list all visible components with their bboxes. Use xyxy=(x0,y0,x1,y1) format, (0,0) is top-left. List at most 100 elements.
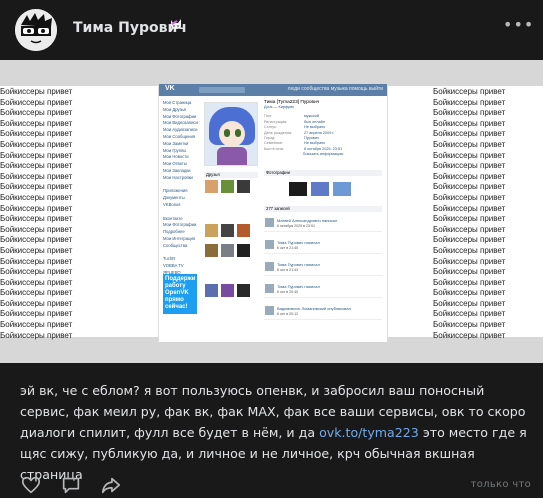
repeat-left-line: Бойкиссеры привет xyxy=(0,224,73,234)
wall-post-avatar xyxy=(265,306,274,315)
repeat-left-line: Бойкиссеры привет xyxy=(0,139,73,149)
photos-block-title: Фотографии xyxy=(264,170,382,176)
repeat-left-line: Бойкиссеры привет xyxy=(0,277,73,287)
repeat-left-line: Бойкиссеры привет xyxy=(0,214,73,224)
profile-status: Дочь — Кирфрик xyxy=(264,105,294,109)
vk-menu-item: Мои Заметки xyxy=(163,140,189,146)
repeat-left-line: Бойкиссеры привет xyxy=(0,256,73,266)
repeat-left-line: Бойкиссеры привет xyxy=(0,245,73,255)
vk-ad-banner: Поддержи работу OpenVK прямо сейчас! xyxy=(163,274,197,314)
vk-nav-links: люди сообщества музыка помощь выйти xyxy=(287,86,383,92)
repeat-right-line: Бойкиссеры привет xyxy=(433,235,506,245)
vk-menu-item: Мои Ответы xyxy=(163,161,187,167)
wall-post-time: 6 окт в 21:45 xyxy=(277,246,299,250)
post-time-label: только что xyxy=(470,479,531,490)
repeat-left-line: Бойкиссеры привет xyxy=(0,235,73,245)
wall-post-avatar xyxy=(265,218,274,227)
repeat-right-line: Бойкиссеры привет xyxy=(433,108,506,118)
embedded-vk-screenshot: VK люди сообщества музыка помощь выйти М… xyxy=(158,84,388,342)
repeat-right-line: Бойкиссеры привет xyxy=(433,245,506,255)
repeat-right-line: Бойкиссеры привет xyxy=(433,298,506,308)
repeat-right-line: Бойкиссеры привет xyxy=(433,214,506,224)
wall-post-time: 6 окт в 20:12 xyxy=(277,312,299,316)
like-heart-icon[interactable] xyxy=(20,474,42,496)
post-photo[interactable]: Бойкиссеры привет Бойкиссеры привет Бойкис… xyxy=(0,60,543,363)
avatar-glasses-icon xyxy=(15,9,57,51)
vk-menu-item: Приложения xyxy=(163,188,188,194)
repeat-right-line: Бойкиссеры привет xyxy=(433,97,506,107)
wall-post: Тима Пурович написал 6 окт в 21:45 xyxy=(264,238,382,254)
repeat-left-line: Бойкиссеры привет xyxy=(0,298,73,308)
post-link[interactable]: ovk.to/tyma223 xyxy=(319,425,419,440)
repeat-left-line: Бойкиссеры привет xyxy=(0,108,73,118)
repeat-left-line: Бойкиссеры привет xyxy=(0,87,73,96)
photo-top-strip xyxy=(0,60,543,86)
vk-menu-item: Вконтакте xyxy=(163,215,183,221)
repeat-left-line: Бойкиссеры привет xyxy=(0,288,73,298)
wall-post-avatar xyxy=(265,240,274,249)
wall-post-avatar xyxy=(265,284,274,293)
repeat-left-line: Бойкиссеры привет xyxy=(0,320,73,330)
vk-menu-item xyxy=(163,209,199,216)
profile-picture xyxy=(204,102,258,166)
vk-menu-item: Сообщества xyxy=(163,242,188,248)
repeat-left-line: Бойкиссеры привет xyxy=(0,97,73,107)
comment-icon[interactable] xyxy=(60,474,82,496)
vk-menu-item: Мои Фотографии xyxy=(163,222,197,228)
repeat-right-line: Бойкиссеры привет xyxy=(433,192,506,202)
wall-post-time: 6 октября 2025 в 23:51 xyxy=(277,224,316,228)
repeat-left-line: Бойкиссеры привет xyxy=(0,309,73,319)
vk-search-box xyxy=(199,87,245,93)
repeat-left-line: Бойкиссеры привет xyxy=(0,129,73,139)
repeated-text-left: Бойкиссеры привет Бойкиссеры привет Бойкис… xyxy=(0,87,72,341)
vk-menu-item: Документы xyxy=(163,195,185,201)
vk-menu-item: Мои Аудиозаписи xyxy=(163,127,198,133)
repeat-left-line: Бойкиссеры привет xyxy=(0,267,73,277)
repeat-right-line: Бойкиссеры привет xyxy=(433,203,506,213)
wall-post-author: Тима Пурович написал xyxy=(277,240,320,245)
wall-post-author: Вадимовичъ Ломановский опубликовал xyxy=(277,306,351,311)
wall-post-avatar xyxy=(265,262,274,271)
repeat-left-line: Бойкиссеры привет xyxy=(0,192,73,202)
wall-post: Тима Пурович написал 6 окт в 20:40 xyxy=(264,282,382,298)
wall-block-title: 277 записей xyxy=(264,206,382,212)
wall-post-time: 6 окт в 20:40 xyxy=(277,290,299,294)
author-avatar[interactable] xyxy=(15,9,57,51)
vk-menu-item: Мои Сообщения xyxy=(163,133,196,139)
vk-menu-item: Мои Друзья xyxy=(163,106,186,112)
repeat-right-line: Бойкиссеры привет xyxy=(433,150,506,160)
vk-topbar: VK люди сообщества музыка помощь выйти xyxy=(159,84,387,96)
vk-menu-item: VOBBA TV xyxy=(163,263,184,269)
repeated-text-right: Бойкиссеры привет Бойкиссеры привет Бойкис… xyxy=(433,87,505,341)
wall-post-author: Тима Пурович написал xyxy=(277,262,320,267)
repeat-right-line: Бойкиссеры привет xyxy=(433,161,506,171)
vk-left-menu: Моя Страница Мои Друзья Мои Фотографии Мои … xyxy=(163,100,199,284)
friends-block-title: Друзья xyxy=(204,172,258,178)
repeat-left-line: Бойкиссеры привет xyxy=(0,150,73,160)
vk-menu-item: Моя Страница xyxy=(163,100,192,105)
repeat-right-line: Бойкиссеры привет xyxy=(433,171,506,181)
vk-menu-item: Мои Фотографии xyxy=(163,113,197,119)
repeat-right-line: Бойкиссеры привет xyxy=(433,320,506,330)
wall-post-author: Тима Пурович написал xyxy=(277,284,320,289)
cat-badge-icon xyxy=(171,19,181,29)
vk-menu-item: Подробнее xyxy=(163,229,185,235)
repeat-right-line: Бойкиссеры привет xyxy=(433,267,506,277)
repeat-right-line: Бойкиссеры привет xyxy=(433,224,506,234)
vk-menu-item: Мои Настройки xyxy=(163,174,193,180)
post-header: Тима Пурович ••• xyxy=(0,0,543,60)
repeat-right-line: Бойкиссеры привет xyxy=(433,330,506,340)
more-dots-icon[interactable]: ••• xyxy=(503,14,533,40)
repeat-right-line: Бойкиссеры привет xyxy=(433,277,506,287)
share-icon[interactable] xyxy=(100,474,122,496)
vk-menu-item: Мои Интеграция xyxy=(163,235,196,241)
ad-text: Поддержи работу OpenVK прямо сейчас! xyxy=(165,276,196,310)
vk-menu-item: Мои Закладки xyxy=(163,167,191,173)
vk-logo: VK xyxy=(165,85,175,92)
repeat-right-line: Бойкиссеры привет xyxy=(433,288,506,298)
repeat-left-line: Бойкиссеры привет xyxy=(0,203,73,213)
vk-menu-item: Мои Группы xyxy=(163,147,187,153)
vk-menu-item: Мои Видеозаписи xyxy=(163,120,198,126)
show-more-link: Показать информацию xyxy=(302,152,344,157)
vk-menu-item xyxy=(163,250,199,257)
